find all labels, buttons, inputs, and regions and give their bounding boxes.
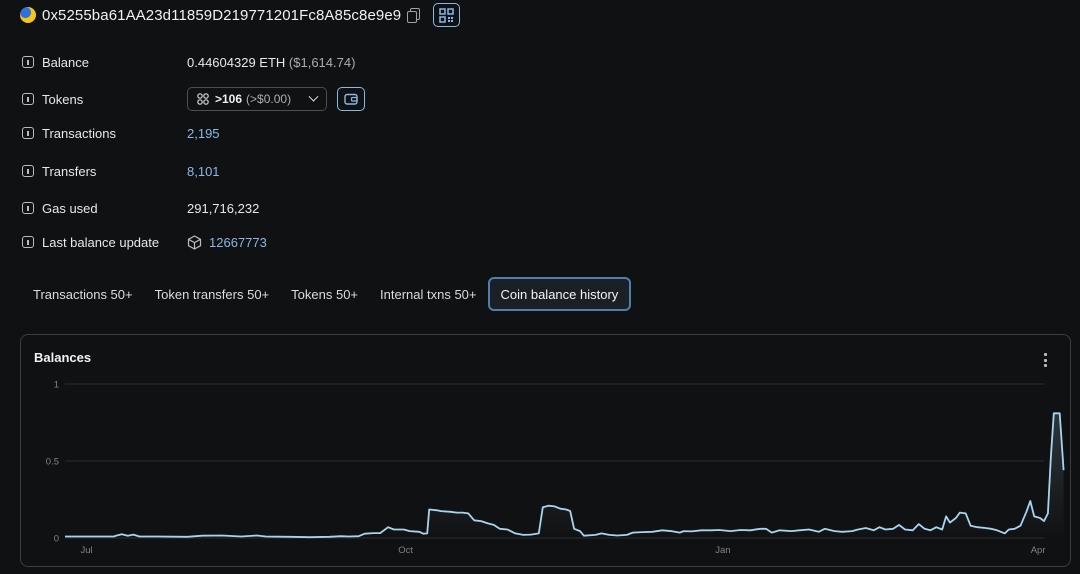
qr-code-button[interactable] bbox=[433, 3, 461, 27]
block-icon bbox=[187, 234, 202, 250]
balances-chart: 0 0.5 1 Jul Oct Jan Apr bbox=[46, 380, 1065, 556]
y-tick-label: 0.5 bbox=[46, 457, 59, 468]
detail-label: Last balance update bbox=[42, 234, 160, 250]
balance-eth: 0.44604329 ETH bbox=[187, 54, 286, 70]
token-value: (>$0.00) bbox=[246, 92, 292, 106]
detail-label: Gas used bbox=[42, 200, 98, 216]
transactions-count-link[interactable]: 2,195 bbox=[187, 126, 220, 141]
detail-label: Transactions bbox=[42, 125, 116, 141]
chart-menu-button[interactable] bbox=[1043, 353, 1047, 367]
token-count: >106 bbox=[215, 92, 243, 106]
x-tick-label: Apr bbox=[1031, 545, 1046, 556]
balance-usd: ($1,614.74) bbox=[288, 54, 356, 70]
gas-used-value: 291,716,232 bbox=[187, 200, 260, 216]
series-area bbox=[65, 413, 1064, 538]
detail-row-gas-used: Gas used 291,716,232 bbox=[22, 198, 259, 218]
detail-label: Tokens bbox=[42, 91, 84, 107]
info-icon[interactable] bbox=[22, 56, 34, 68]
info-icon[interactable] bbox=[22, 236, 34, 248]
wallet-icon bbox=[344, 93, 358, 105]
wallet-button[interactable] bbox=[337, 87, 365, 111]
y-tick-label: 1 bbox=[54, 380, 59, 391]
qr-code-icon bbox=[439, 7, 454, 23]
tab-transactions[interactable]: Transactions 50+ bbox=[22, 277, 144, 311]
balances-chart-card: 0 0.5 1 Jul Oct Jan Apr Balances bbox=[20, 334, 1071, 567]
detail-row-transactions: Transactions 2,195 bbox=[22, 123, 220, 143]
tokens-dropdown[interactable]: >106 (>$0.00) bbox=[187, 87, 327, 111]
address-hash[interactable]: 0x5255ba61AA23d11859D219771201Fc8A85c8e9… bbox=[42, 7, 401, 24]
info-icon[interactable] bbox=[22, 202, 34, 214]
transfers-count-link[interactable]: 8,101 bbox=[187, 164, 220, 179]
chart-title: Balances bbox=[34, 350, 92, 365]
x-tick-label: Jul bbox=[80, 545, 92, 556]
address-avatar-icon bbox=[20, 7, 36, 23]
tab-coin-balance-history[interactable]: Coin balance history bbox=[487, 277, 632, 311]
x-tick-label: Oct bbox=[398, 545, 413, 556]
tab-internal-txns[interactable]: Internal txns 50+ bbox=[369, 277, 487, 311]
detail-row-tokens: Tokens >106 (>$0.00) bbox=[22, 86, 365, 112]
detail-label: Balance bbox=[42, 54, 89, 70]
tab-token-transfers[interactable]: Token transfers 50+ bbox=[144, 277, 281, 311]
y-tick-label: 0 bbox=[54, 534, 59, 545]
address-tabs: Transactions 50+ Token transfers 50+ Tok… bbox=[22, 277, 632, 311]
block-number-link[interactable]: 12667773 bbox=[209, 235, 267, 250]
detail-row-balance: Balance 0.44604329 ETH ($1,614.74) bbox=[22, 52, 355, 72]
detail-label: Transfers bbox=[42, 163, 97, 179]
detail-row-transfers: Transfers 8,101 bbox=[22, 161, 220, 181]
balance-value: 0.44604329 ETH ($1,614.74) bbox=[187, 55, 355, 70]
info-icon[interactable] bbox=[22, 93, 34, 105]
detail-row-last-balance-update: Last balance update 12667773 bbox=[22, 232, 267, 252]
chevron-down-icon bbox=[308, 91, 319, 102]
info-icon[interactable] bbox=[22, 165, 34, 177]
x-tick-label: Jan bbox=[715, 545, 730, 556]
tab-tokens[interactable]: Tokens 50+ bbox=[280, 277, 369, 311]
tokens-grid-icon bbox=[197, 93, 209, 105]
address-header: 0x5255ba61AA23d11859D219771201Fc8A85c8e9… bbox=[20, 3, 461, 27]
info-icon[interactable] bbox=[22, 127, 34, 139]
copy-icon[interactable] bbox=[407, 8, 421, 23]
